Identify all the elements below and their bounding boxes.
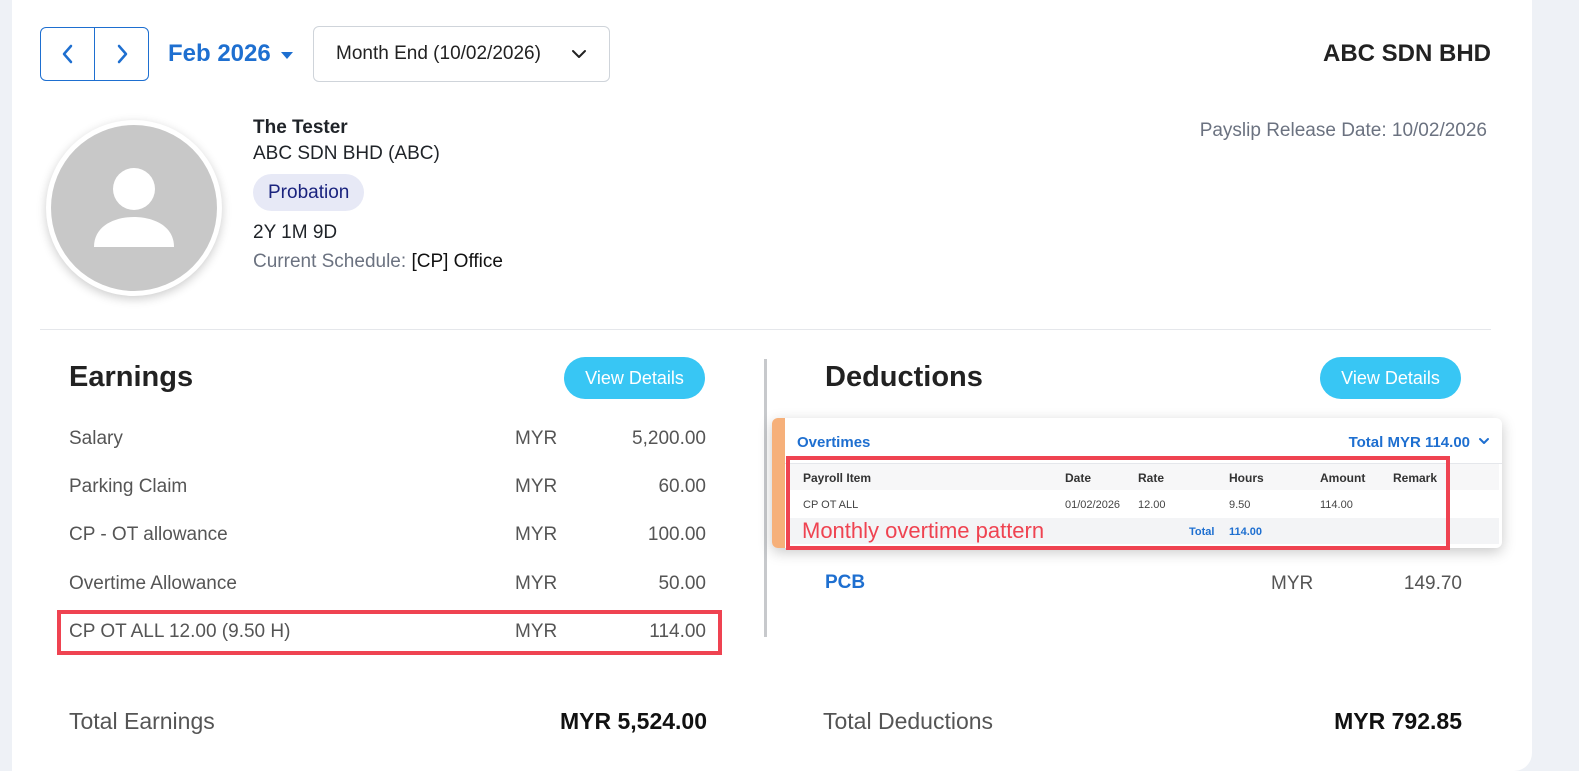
section-divider xyxy=(40,329,1491,330)
company-name: ABC SDN BHD xyxy=(1323,40,1491,67)
chevron-right-icon xyxy=(117,44,127,64)
deduction-row-currency: MYR xyxy=(1271,573,1314,594)
caret-down-icon xyxy=(280,51,293,59)
earnings-row-amount: 100.00 xyxy=(647,524,706,545)
deductions-view-details-button[interactable]: View Details xyxy=(1320,357,1461,399)
employee-company: ABC SDN BHD (ABC) xyxy=(253,143,440,164)
highlight-box xyxy=(57,610,722,655)
earnings-row-amount: 50.00 xyxy=(658,573,706,594)
earnings-row-amount: 60.00 xyxy=(658,476,706,497)
total-deductions-label: Total Deductions xyxy=(823,708,994,734)
previous-period-button[interactable] xyxy=(41,28,94,80)
popup-total: Total MYR 114.00 xyxy=(1348,434,1470,451)
earnings-row-currency: MYR xyxy=(515,573,558,594)
earnings-title: Earnings xyxy=(69,361,194,393)
chevron-down-icon xyxy=(572,50,586,58)
total-earnings-value: MYR 5,524.00 xyxy=(559,708,707,734)
payroll-run-select[interactable]: Month End (10/02/2026) xyxy=(313,26,610,82)
employee-tenure: 2Y 1M 9D xyxy=(253,222,338,243)
user-placeholder-icon xyxy=(51,125,217,291)
period-label: Feb 2026 xyxy=(168,40,271,67)
employee-name: The Tester xyxy=(253,117,348,138)
annotation-label: Monthly overtime pattern xyxy=(802,518,1045,543)
payslip-card xyxy=(12,0,1532,771)
period-nav xyxy=(40,27,149,81)
deduction-row-amount: 149.70 xyxy=(1403,573,1462,594)
popup-accent-bar xyxy=(772,418,785,548)
earnings-row-amount: 5,200.00 xyxy=(632,428,706,449)
payroll-run-value: Month End (10/02/2026) xyxy=(336,43,541,64)
earnings-row-currency: MYR xyxy=(515,476,558,497)
earnings-view-details-button[interactable]: View Details xyxy=(564,357,705,399)
earnings-row-currency: MYR xyxy=(515,524,558,545)
deductions-title: Deductions xyxy=(825,361,983,393)
deduction-row-label[interactable]: PCB xyxy=(825,572,865,594)
current-schedule: Current Schedule: [CP] Office xyxy=(253,251,503,273)
earnings-row-currency: MYR xyxy=(515,428,558,449)
next-period-button[interactable] xyxy=(94,28,148,80)
earnings-row-label: Parking Claim xyxy=(69,476,188,497)
chevron-left-icon xyxy=(62,44,72,64)
page-gutter xyxy=(0,70,12,771)
period-dropdown[interactable]: Feb 2026 xyxy=(168,40,293,68)
schedule-value: [CP] Office xyxy=(411,251,503,272)
schedule-label: Current Schedule: xyxy=(253,251,407,272)
popup-title: Overtimes xyxy=(797,434,871,451)
total-deductions-value: MYR 792.85 xyxy=(1334,708,1462,734)
chevron-down-icon[interactable] xyxy=(1478,436,1490,446)
earnings-row-label: Salary xyxy=(69,428,123,449)
earnings-row-label: Overtime Allowance xyxy=(69,573,237,594)
avatar xyxy=(46,120,222,296)
column-divider xyxy=(764,359,767,637)
total-earnings-label: Total Earnings xyxy=(69,708,215,734)
status-badge: Probation xyxy=(253,174,365,211)
earnings-row-label: CP - OT allowance xyxy=(69,524,228,545)
payslip-release-date: Payslip Release Date: 10/02/2026 xyxy=(1199,120,1487,141)
